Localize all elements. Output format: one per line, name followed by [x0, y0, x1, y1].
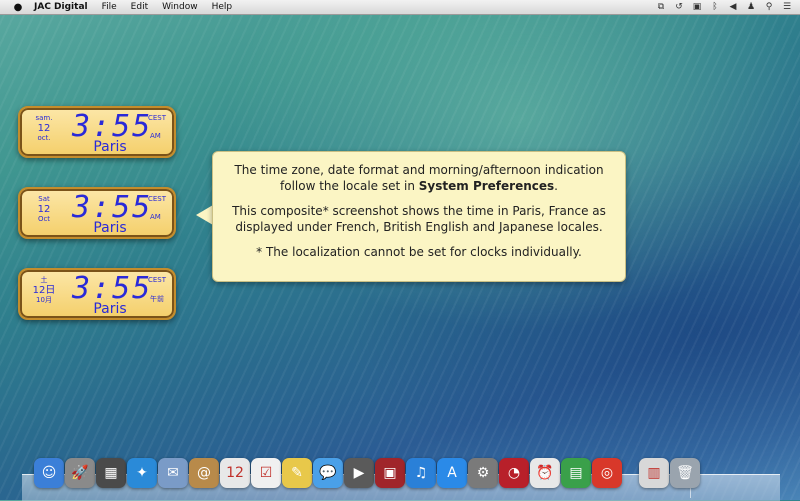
itunes-icon[interactable]: ♫ — [406, 458, 436, 488]
reminders-icon[interactable]: ☑ — [251, 458, 281, 488]
clock-ampm: AM — [150, 213, 161, 221]
clock-city: Paris — [93, 301, 127, 317]
facetime-icon[interactable]: ▶ — [344, 458, 374, 488]
clock-day: 12 — [37, 123, 51, 134]
clock-day: 12 — [37, 204, 51, 215]
spotlight-icon[interactable]: ⚲ — [762, 0, 776, 14]
clock-date: Sat 12 Oct — [30, 195, 58, 224]
app-menu[interactable]: JAC Digital — [34, 0, 88, 14]
messages-icon[interactable]: 💬 — [313, 458, 343, 488]
translate-icon[interactable]: ⧉ — [654, 0, 668, 14]
callout-paragraph-footnote: * The localization cannot be set for clo… — [256, 245, 582, 259]
notification-center-icon[interactable]: ☰ — [780, 0, 794, 14]
jac-digital-icon[interactable]: ◔ — [499, 458, 529, 488]
menu-bar: ● JAC Digital File Edit Window Help ⧉ ↺ … — [0, 0, 800, 15]
stickies-app-icon[interactable]: ▤ — [561, 458, 591, 488]
clock-month: oct. — [37, 134, 51, 142]
clock-ampm: AM — [150, 132, 161, 140]
callout-paragraph-locale: The time zone, date format and morning/a… — [227, 162, 611, 194]
clock-weekday: 土 — [40, 276, 48, 284]
apple-menu-icon[interactable]: ● — [12, 2, 24, 13]
help-lifebuoy-icon[interactable]: ◎ — [592, 458, 622, 488]
clock-widget-english[interactable]: Sat 12 Oct 3:55 CEST AM Paris — [18, 187, 176, 239]
clock-widget-french[interactable]: sam. 12 oct. 3:55 CEST AM Paris — [18, 106, 176, 158]
menu-edit[interactable]: Edit — [131, 0, 148, 14]
system-preferences-icon[interactable]: ⚙ — [468, 458, 498, 488]
volume-icon[interactable]: ◀ — [726, 0, 740, 14]
clock-city: Paris — [93, 139, 127, 155]
mission-control-icon[interactable]: ▦ — [96, 458, 126, 488]
clock-app-icon[interactable]: ⏰ — [530, 458, 560, 488]
safari-icon[interactable]: ✦ — [127, 458, 157, 488]
clock-timezone: CEST — [148, 114, 167, 122]
time-machine-icon[interactable]: ↺ — [672, 0, 686, 14]
bluetooth-icon[interactable]: ᛒ — [708, 0, 722, 14]
mail-icon[interactable]: ✉ — [158, 458, 188, 488]
status-area: ⧉ ↺ ▣ ᛒ ◀ ♟ ⚲ ☰ — [650, 0, 794, 14]
calendar-icon[interactable]: 12 — [220, 458, 250, 488]
dock: ☺ 🚀 ▦ ✦ ✉ @12 ☑ ✎ 💬 ▶ ▣ ♫ A ⚙ ◔ ⏰ ▤ ◎ ▥ 🗑 — [22, 458, 780, 501]
clock-date: 土 12日 10月 — [30, 276, 58, 305]
menu-help[interactable]: Help — [212, 0, 233, 14]
callout-text: . — [554, 179, 558, 193]
clock-date: sam. 12 oct. — [30, 114, 58, 143]
clock-weekday: sam. — [35, 114, 53, 122]
clock-month: 10月 — [36, 296, 52, 304]
clock-weekday: Sat — [38, 195, 50, 203]
clock-month: Oct — [37, 215, 51, 223]
callout-pointer — [196, 205, 213, 225]
notes-icon[interactable]: ✎ — [282, 458, 312, 488]
menu-file[interactable]: File — [102, 0, 117, 14]
documents-folder-icon[interactable]: ▥ — [639, 458, 669, 488]
clock-timezone: CEST — [148, 276, 167, 284]
launchpad-icon[interactable]: 🚀 — [65, 458, 95, 488]
callout-paragraph-composite: This composite* screenshot shows the tim… — [232, 204, 606, 234]
callout-bold-text: System Preferences — [418, 179, 555, 193]
clock-timezone: CEST — [148, 195, 167, 203]
clock-city: Paris — [93, 220, 127, 236]
clock-day: 12日 — [32, 285, 56, 296]
app-store-icon[interactable]: A — [437, 458, 467, 488]
photo-booth-icon[interactable]: ▣ — [375, 458, 405, 488]
info-callout: The time zone, date format and morning/a… — [212, 151, 626, 282]
user-icon[interactable]: ♟ — [744, 0, 758, 14]
clock-ampm: 午前 — [150, 295, 164, 303]
display-icon[interactable]: ▣ — [690, 0, 704, 14]
menu-window[interactable]: Window — [162, 0, 198, 14]
contacts-icon[interactable]: @ — [189, 458, 219, 488]
trash-icon[interactable]: 🗑 — [670, 458, 700, 488]
finder-icon[interactable]: ☺ — [34, 458, 64, 488]
clock-widget-japanese[interactable]: 土 12日 10月 3:55 CEST 午前 Paris — [18, 268, 176, 320]
